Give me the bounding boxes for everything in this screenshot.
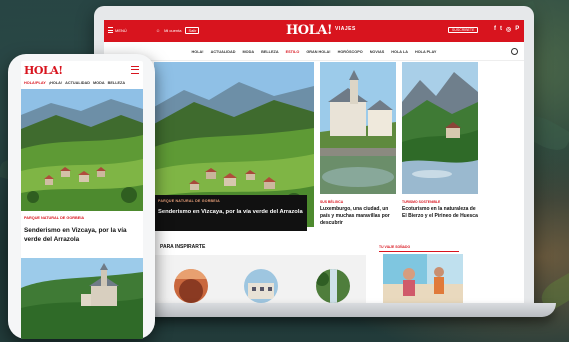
phone-article-image[interactable] (21, 258, 143, 339)
article-card-image[interactable] (320, 62, 396, 194)
phone-frame: HOLA! HOLA!PLAY ¡HOLA! ACTUALIDAD MODA B… (8, 54, 155, 339)
menu-button[interactable]: MENÚ (108, 27, 127, 33)
inspiration-thumb[interactable] (244, 269, 278, 303)
top-bar: MENÚ ☺ Mi cuenta Salir HOLA! VIAJES SUSC… (104, 20, 524, 42)
best-section-divider (379, 251, 459, 252)
facebook-icon[interactable]: f (494, 26, 496, 33)
nav-item[interactable]: HOLA PLAY (415, 50, 436, 54)
article-kicker: TURISMO SOSTENIBLE (402, 200, 441, 204)
twitter-icon[interactable]: t (500, 26, 502, 33)
nav-item-active[interactable]: ESTILO (286, 50, 300, 54)
nav-item[interactable]: HORÓSCOPO (338, 50, 363, 54)
logout-button[interactable]: Salir (185, 27, 200, 34)
laptop-screen: MENÚ ☺ Mi cuenta Salir HOLA! VIAJES SUSC… (104, 20, 524, 304)
article-title[interactable]: Luxemburgo, una ciudad, un país y muchas… (320, 206, 398, 227)
main-nav: HOLA! ACTUALIDAD MODA BELLEZA ESTILO GRA… (104, 47, 524, 57)
phone-hola-logo[interactable]: HOLA! (24, 64, 63, 77)
subscribe-button[interactable]: SUSCRÍBETE (448, 27, 479, 33)
social-links: f t ◎ P (494, 26, 519, 33)
hamburger-icon[interactable] (131, 66, 139, 74)
phone-hero-title[interactable]: Senderismo en Vizcaya, por la vía verde … (24, 226, 142, 244)
nav-item[interactable]: MODA (242, 50, 254, 54)
user-icon: ☺ (156, 28, 161, 33)
phone-hero-image[interactable] (21, 89, 143, 211)
nav-item[interactable]: ACTUALIDAD (211, 50, 236, 54)
best-section-kicker: TU VIAJE SOÑADO (379, 245, 411, 249)
section-title: PARA INSPIRARTE (160, 244, 206, 250)
article-card-image[interactable] (402, 62, 478, 194)
inspiration-thumb[interactable] (174, 269, 208, 303)
best-section-image[interactable] (383, 254, 463, 304)
phone-nav-item[interactable]: BELLEZA (108, 81, 126, 85)
nav-item[interactable]: HOLA! (192, 50, 204, 54)
phone-nav-item[interactable]: HOLA!PLAY (24, 81, 46, 85)
phone-nav-item[interactable]: ¡HOLA! (49, 81, 62, 85)
phone-screen: HOLA! HOLA!PLAY ¡HOLA! ACTUALIDAD MODA B… (21, 61, 143, 339)
nav-item[interactable]: BELLEZA (261, 50, 279, 54)
pinterest-icon[interactable]: P (515, 26, 519, 33)
nav-divider (104, 60, 524, 61)
nav-item[interactable]: GRAN HOLA! (306, 50, 330, 54)
search-icon[interactable] (511, 48, 518, 55)
article-kicker: SUS BÉLGICA (320, 200, 344, 204)
phone-nav-item[interactable]: ACTUALIDAD (65, 81, 90, 85)
nav-item[interactable]: NOVIAS (370, 50, 385, 54)
nav-item[interactable]: HOLA LA (391, 50, 408, 54)
hero-title[interactable]: Senderismo en Vizcaya, por la vía verde … (158, 209, 308, 215)
viajes-logo-suffix: VIAJES (335, 26, 356, 32)
hero-kicker: PARQUE NATURAL DE GORBEIA (158, 199, 220, 203)
laptop-frame: MENÚ ☺ Mi cuenta Salir HOLA! VIAJES SUSC… (94, 6, 534, 306)
phone-nav-item[interactable]: MODA (93, 81, 105, 85)
account-link[interactable]: Mi cuenta (164, 28, 181, 33)
hamburger-icon (108, 27, 113, 33)
account-area: ☺ Mi cuenta Salir (156, 27, 200, 34)
article-title[interactable]: Ecoturismo en la naturaleza de El Bierzo… (402, 206, 480, 220)
menu-label: MENÚ (115, 27, 127, 33)
phone-hero-kicker: PARQUE NATURAL DE GORBEIA (24, 216, 85, 220)
hola-logo[interactable]: HOLA! (286, 23, 333, 38)
inspiration-thumb[interactable] (316, 269, 350, 303)
phone-nav: HOLA!PLAY ¡HOLA! ACTUALIDAD MODA BELLEZA (24, 81, 125, 85)
instagram-icon[interactable]: ◎ (506, 26, 511, 33)
hero-caption[interactable]: PARQUE NATURAL DE GORBEIA Senderismo en … (154, 195, 307, 231)
